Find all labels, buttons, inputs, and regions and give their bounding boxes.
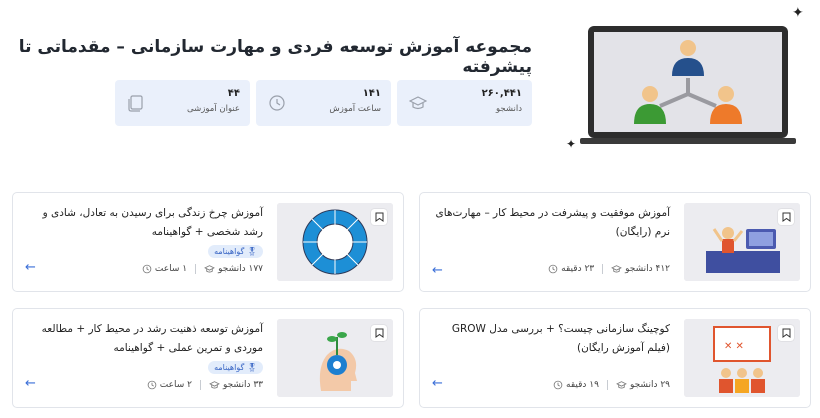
course-title[interactable]: آموزش موفقیت و پیشرفت در محیط کار – مهار… <box>428 204 670 242</box>
course-thumbnail <box>277 319 393 397</box>
bookmark-button[interactable] <box>371 209 387 225</box>
bookmark-icon <box>375 328 383 338</box>
hero-illustration <box>580 26 796 144</box>
graduation-cap-icon <box>611 265 622 273</box>
clock-icon <box>548 264 558 274</box>
course-meta: ۱۷۷ دانشجو ۱ ساعت <box>142 264 263 274</box>
book-icon <box>128 95 143 112</box>
course-title[interactable]: آموزش چرخ زندگی برای رسیدن به تعادل، شاد… <box>21 204 263 242</box>
graduation-cap-icon <box>616 381 627 389</box>
clock-icon <box>269 95 285 111</box>
duration-value: ۲۳ دقیقه <box>561 264 595 274</box>
stat-value: ۱۴۱ <box>362 88 381 99</box>
duration-value: ۱۹ دقیقه <box>566 380 599 390</box>
course-meta: ۴۱۲ دانشجو ۲۳ دقیقه <box>548 264 670 274</box>
course-title[interactable]: کوچینگ سازمانی چیست؟ + بررسی مدل GROW (ف… <box>428 320 670 358</box>
course-students: ۱۷۷ دانشجو <box>204 264 263 274</box>
meta-divider <box>195 264 197 274</box>
course-students: ۴۱۲ دانشجو <box>611 264 670 274</box>
arrow-left-icon[interactable]: ← <box>432 377 443 390</box>
bookmark-icon <box>375 212 383 222</box>
meta-divider <box>602 264 604 274</box>
clock-icon <box>553 380 563 390</box>
hero-section: ✦ ✦ مجموعه آموزش توسعه فردی و مهارت سازم… <box>0 0 820 170</box>
arrow-left-icon[interactable]: ← <box>432 264 443 277</box>
course-students: ۳۳ دانشجو <box>209 380 263 390</box>
page-title: مجموعه آموزش توسعه فردی و مهارت سازمانی … <box>18 37 532 77</box>
course-students: ۲۹ دانشجو <box>616 380 670 390</box>
graduation-cap-icon <box>409 96 427 110</box>
stat-label: عنوان آموزشی <box>187 104 240 114</box>
course-thumbnail: ✕ ✕ <box>684 319 800 397</box>
students-count: ۲۹ دانشجو <box>629 380 670 390</box>
duration-value: ۲ ساعت <box>159 380 192 390</box>
course-meta: ۲۹ دانشجو ۱۹ دقیقه <box>553 380 670 390</box>
course-duration: ۲۳ دقیقه <box>548 264 594 274</box>
stat-value: ۲۶۰,۴۴۱ <box>481 88 522 99</box>
graduation-cap-icon <box>209 381 220 389</box>
stat-students: ۲۶۰,۴۴۱ دانشجو <box>397 80 532 126</box>
badge-label: گواهینامه <box>214 247 245 256</box>
sparkle-icon: ✦ <box>792 5 804 21</box>
certificate-badge: 🎖 گواهینامه <box>208 361 263 374</box>
students-count: ۴۱۲ دانشجو <box>625 264 670 274</box>
bookmark-icon <box>782 328 790 338</box>
clock-icon <box>147 380 157 390</box>
stat-label: ساعت آموزش <box>329 104 381 114</box>
course-thumbnail <box>277 203 393 281</box>
meta-divider <box>199 380 201 390</box>
graduation-cap-icon <box>204 265 215 273</box>
stat-hours: ۱۴۱ ساعت آموزش <box>256 80 391 126</box>
bookmark-button[interactable] <box>778 209 794 225</box>
course-title[interactable]: آموزش توسعه ذهنیت رشد در محیط کار + مطال… <box>21 320 263 358</box>
stat-label: دانشجو <box>496 104 522 114</box>
stat-courses: ۴۴ عنوان آموزشی <box>115 80 250 126</box>
course-thumbnail <box>684 203 800 281</box>
course-duration: ۱۹ دقیقه <box>553 380 599 390</box>
course-card[interactable]: ✕ ✕ کوچینگ سازمانی چیست؟ + بررسی مدل GRO… <box>419 308 811 408</box>
arrow-left-icon[interactable]: ← <box>25 377 36 390</box>
meta-divider <box>606 380 608 390</box>
certificate-badge: 🎖 گواهینامه <box>208 245 263 258</box>
svg-text:✕ ✕: ✕ ✕ <box>724 341 744 352</box>
course-duration: ۲ ساعت <box>147 380 192 390</box>
stats-row: ۲۶۰,۴۴۱ دانشجو ۱۴۱ ساعت آموزش ۴۴ عنوان آ… <box>115 80 532 126</box>
course-card[interactable]: آموزش چرخ زندگی برای رسیدن به تعادل، شاد… <box>12 192 404 292</box>
clock-icon <box>142 264 152 274</box>
duration-value: ۱ ساعت <box>154 264 188 274</box>
course-card[interactable]: آموزش موفقیت و پیشرفت در محیط کار – مهار… <box>419 192 811 292</box>
course-card[interactable]: آموزش توسعه ذهنیت رشد در محیط کار + مطال… <box>12 308 404 408</box>
students-count: ۱۷۷ دانشجو <box>218 264 263 274</box>
students-count: ۳۳ دانشجو <box>222 380 263 390</box>
badge-label: گواهینامه <box>214 363 245 372</box>
course-duration: ۱ ساعت <box>142 264 187 274</box>
bookmark-icon <box>782 212 790 222</box>
stat-value: ۴۴ <box>227 88 240 99</box>
course-meta: ۳۳ دانشجو ۲ ساعت <box>147 380 263 390</box>
arrow-left-icon[interactable]: ← <box>25 261 36 274</box>
bookmark-button[interactable] <box>371 325 387 341</box>
bookmark-button[interactable] <box>778 325 794 341</box>
sparkle-icon: ✦ <box>566 137 577 151</box>
